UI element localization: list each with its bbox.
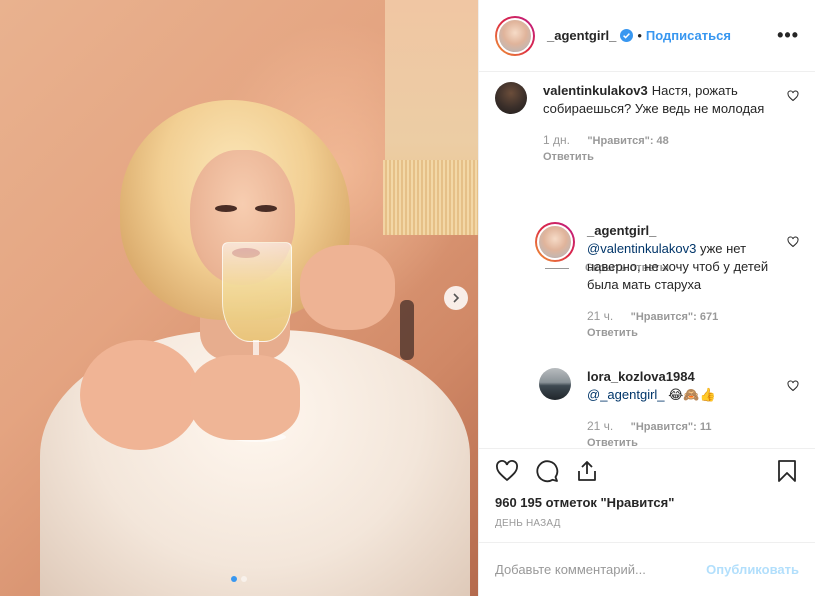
verified-badge-icon <box>620 29 634 42</box>
post-header: _agentgirl_ • Подписаться ••• <box>479 0 815 72</box>
comment-username[interactable]: valentinkulakov3 <box>543 83 648 98</box>
reply-username[interactable]: _agentgirl_ <box>587 223 656 238</box>
reply-username[interactable]: lora_kozlova1984 <box>587 369 695 384</box>
reply-body: _agentgirl_ @valentinkulakov3 уже нет на… <box>587 222 775 341</box>
post-photo[interactable] <box>0 0 478 596</box>
comment-like-heart-icon[interactable] <box>787 90 799 102</box>
comment-time[interactable]: 1 дн. <box>543 133 570 147</box>
likes-count[interactable]: 960 195 отметок "Нравится" <box>479 492 815 514</box>
chevron-right-icon <box>453 293 460 303</box>
reply-reply-button[interactable]: Ответить <box>587 325 775 341</box>
carousel-dots <box>0 576 478 582</box>
photo-hand-glass <box>190 355 300 440</box>
comment-input[interactable] <box>495 562 707 577</box>
reply-time[interactable]: 21 ч. <box>587 419 613 433</box>
instagram-post: _agentgirl_ • Подписаться ••• valentinku… <box>0 0 815 596</box>
publish-button[interactable]: Опубликовать <box>706 562 799 577</box>
reply-reply-button[interactable]: Ответить <box>587 435 716 448</box>
reply-mention[interactable]: @valentinkulakov3 <box>587 241 696 256</box>
reply-meta: 21 ч. "Нравится": 11 Ответить <box>587 418 716 448</box>
header-separator: • <box>637 28 642 43</box>
reply-like-heart-icon[interactable] <box>787 236 799 248</box>
add-comment-bar: Опубликовать <box>479 542 815 596</box>
reply-item: _agentgirl_ @valentinkulakov3 уже нет на… <box>535 222 775 341</box>
photo-eye-left <box>215 205 237 212</box>
reply-avatar[interactable] <box>535 222 575 262</box>
comment-meta: 1 дн. "Нравится": 48 Ответить <box>543 132 785 165</box>
carousel-next-button[interactable] <box>444 286 468 310</box>
photo-eye-right <box>255 205 277 212</box>
like-heart-icon[interactable] <box>495 459 519 483</box>
reply-body: lora_kozlova1984 @_agentgirl_ 😂🙈👍 21 ч. … <box>587 368 716 448</box>
comment-reply-button[interactable]: Ответить <box>543 149 785 165</box>
author-avatar[interactable] <box>495 15 535 56</box>
carousel-dot-active <box>231 576 237 582</box>
comment-bubble-icon[interactable] <box>535 459 559 483</box>
reply-mention[interactable]: @_agentgirl_ <box>587 387 665 402</box>
reply-likes[interactable]: "Нравится": 671 <box>631 311 719 323</box>
photo-shoulder <box>80 340 200 450</box>
photo-lamp-fringe <box>383 160 478 235</box>
photo-champagne-glass <box>222 242 292 342</box>
photo-hand-cheek <box>300 245 395 330</box>
share-icon[interactable] <box>575 459 599 483</box>
reply-likes[interactable]: "Нравится": 11 <box>631 421 712 433</box>
commenter-avatar[interactable] <box>495 82 527 114</box>
reply-like-heart-icon[interactable] <box>787 380 799 392</box>
reply-item: lora_kozlova1984 @_agentgirl_ 😂🙈👍 21 ч. … <box>539 368 779 448</box>
reply-text: 😂🙈👍 <box>664 387 716 402</box>
more-options-icon[interactable]: ••• <box>777 25 799 46</box>
post-sidebar: _agentgirl_ • Подписаться ••• valentinku… <box>478 0 815 596</box>
reply-meta: 21 ч. "Нравится": 671 Ответить <box>587 308 775 341</box>
comments-section[interactable]: valentinkulakov3 Настя, рожать собираешьс… <box>479 72 815 448</box>
follow-button[interactable]: Подписаться <box>646 28 731 43</box>
reply-avatar[interactable] <box>539 368 571 400</box>
comment-likes[interactable]: "Нравится": 48 <box>587 135 668 147</box>
post-date[interactable]: ДЕНЬ НАЗАД <box>479 514 815 536</box>
reply-time[interactable]: 21 ч. <box>587 309 613 323</box>
bookmark-icon[interactable] <box>775 459 799 483</box>
carousel-dot <box>241 576 247 582</box>
author-username[interactable]: _agentgirl_ <box>547 28 616 43</box>
post-actions <box>479 448 815 492</box>
photo-tattoo <box>400 300 414 360</box>
comment-body: valentinkulakov3 Настя, рожать собираешьс… <box>543 82 785 165</box>
comment-item: valentinkulakov3 Настя, рожать собираешьс… <box>495 82 785 165</box>
